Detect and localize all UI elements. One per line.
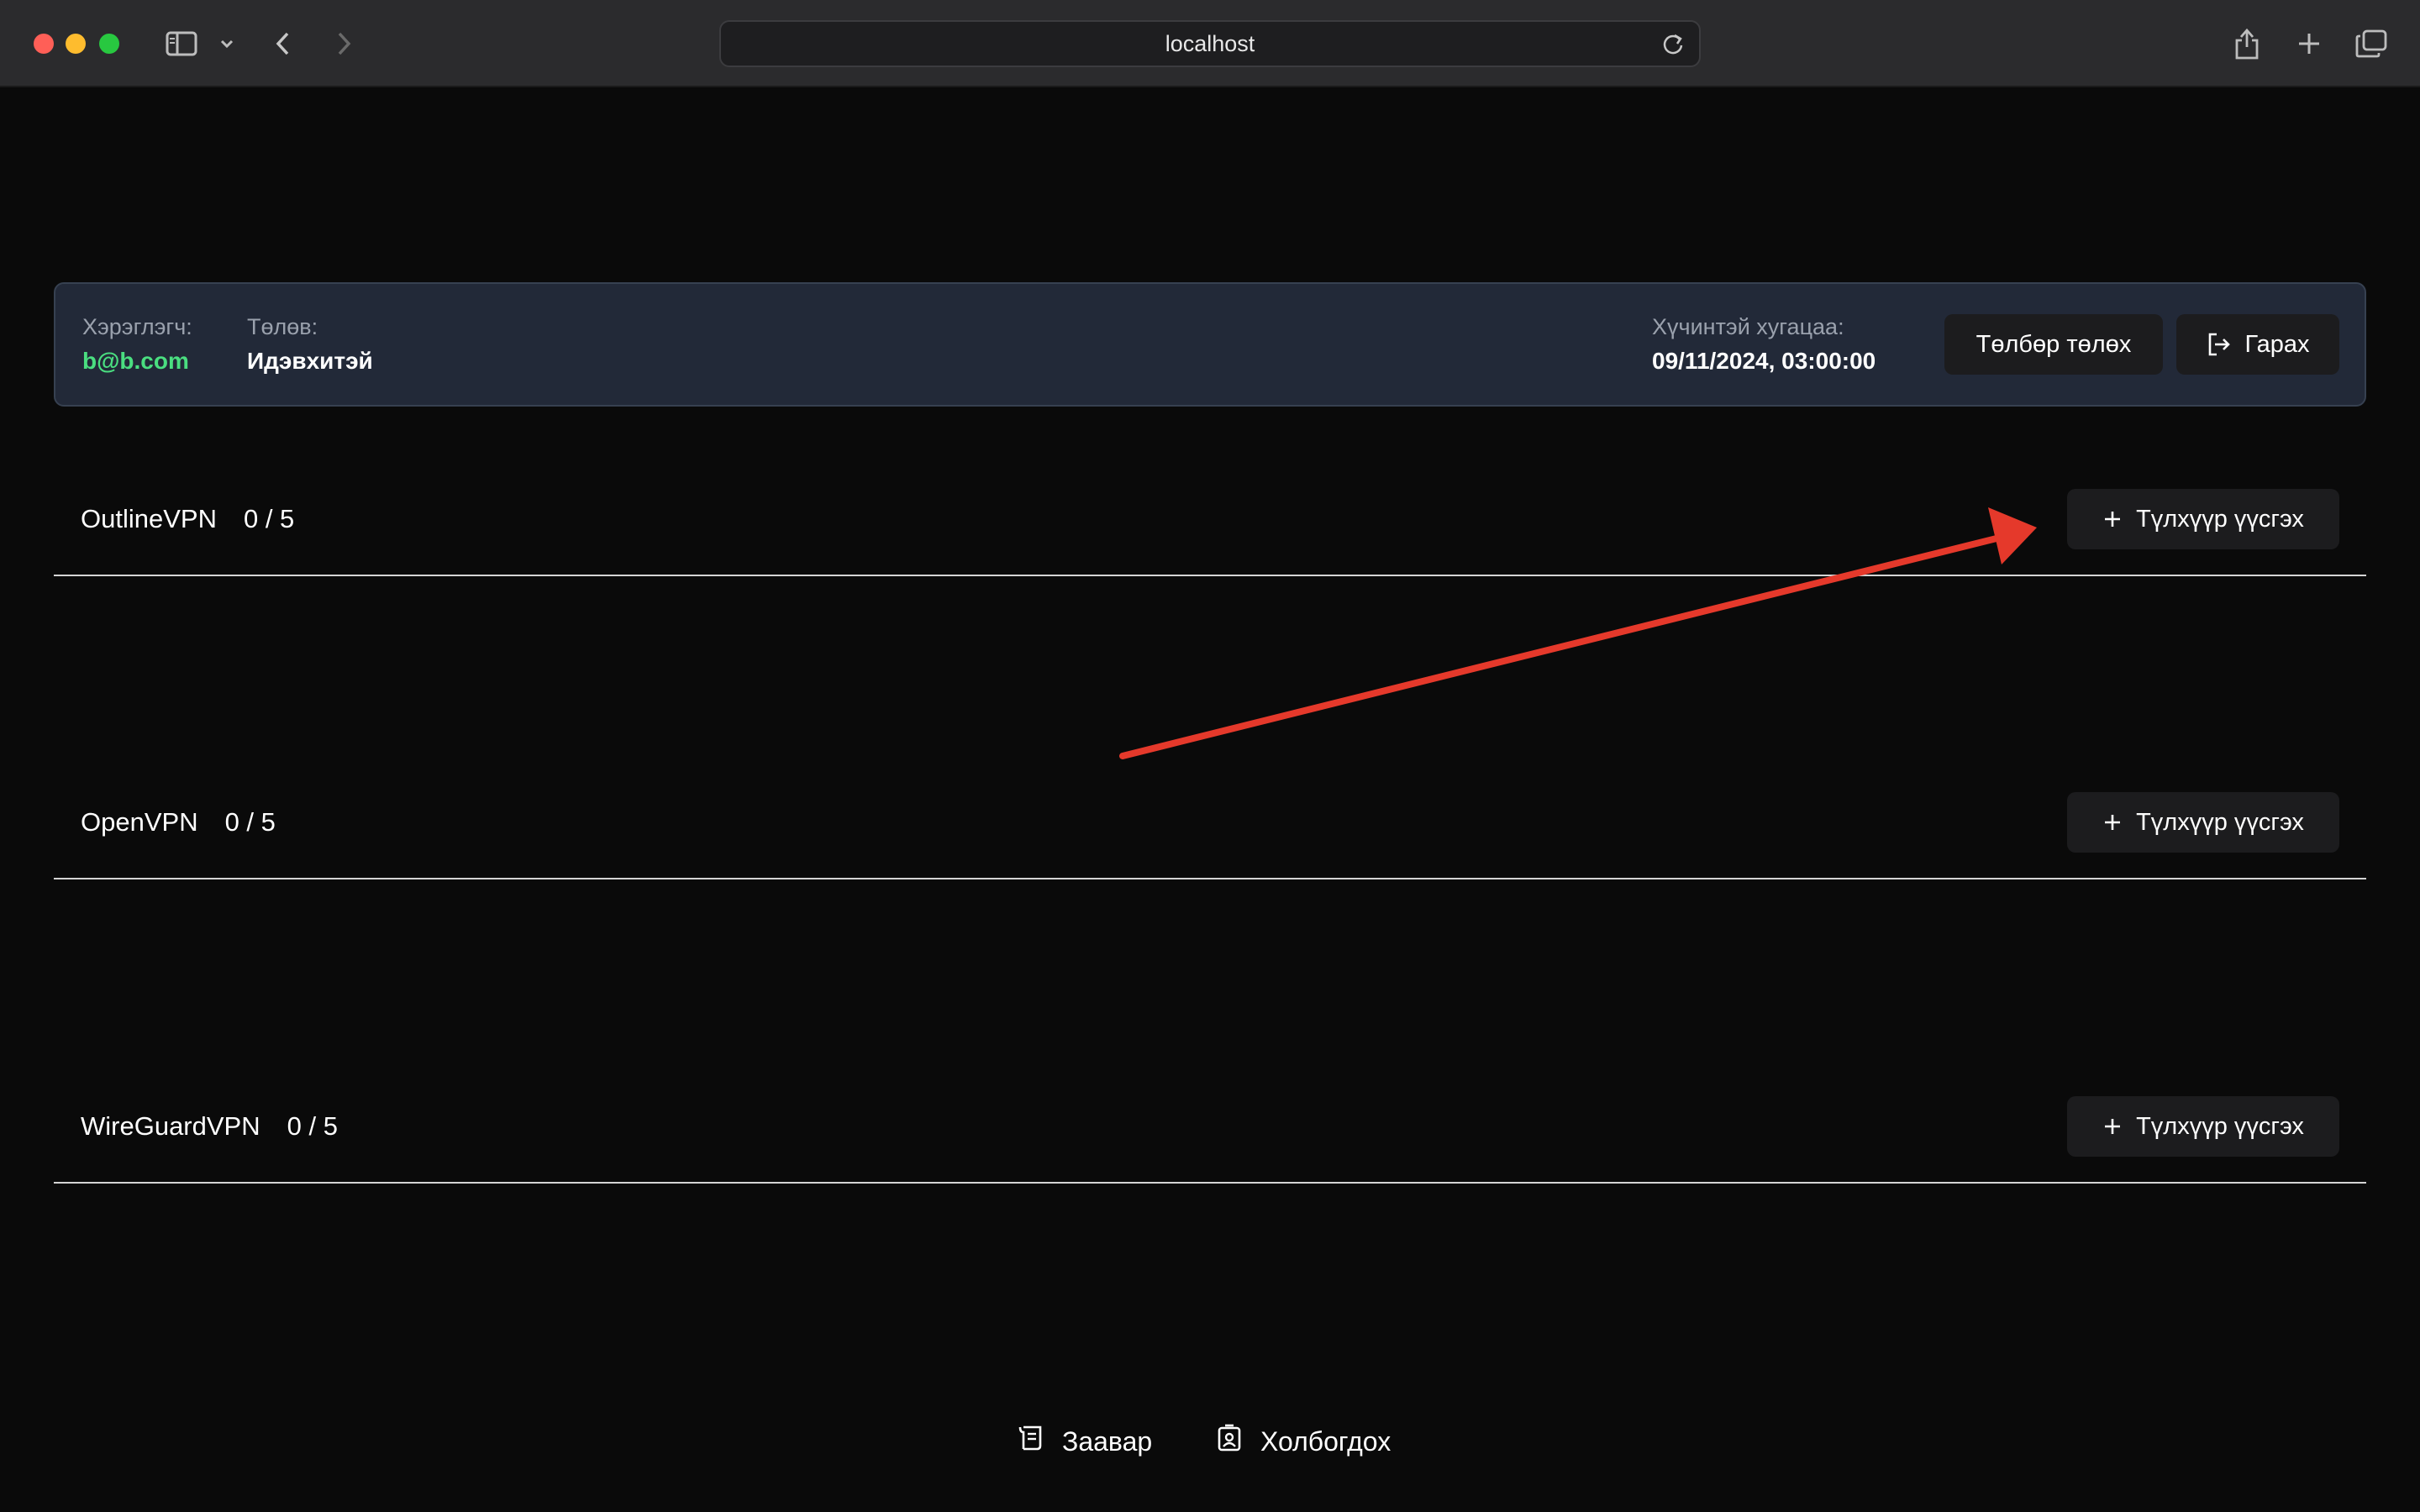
url-text: localhost bbox=[1165, 30, 1255, 56]
logout-icon bbox=[2207, 332, 2232, 357]
minimize-window-button[interactable] bbox=[66, 34, 86, 54]
create-key-button-outline[interactable]: Түлхүүр үүсгэх bbox=[2067, 489, 2339, 549]
logout-button-label: Гарах bbox=[2244, 330, 2310, 358]
vpn-row-outline: OutlineVPN 0 / 5 Түлхүүр үүсгэх bbox=[54, 475, 2366, 576]
scroll-document-icon bbox=[1017, 1424, 1045, 1459]
plus-icon bbox=[2102, 1116, 2123, 1137]
vpn-name: OpenVPN bbox=[81, 807, 198, 837]
create-key-label: Түлхүүр үүсгэх bbox=[2136, 808, 2304, 836]
plus-icon[interactable] bbox=[2294, 24, 2324, 64]
reload-icon[interactable] bbox=[1660, 32, 1686, 61]
create-key-button-wireguard[interactable]: Түлхүүр үүсгэх bbox=[2067, 1096, 2339, 1157]
vpn-key-count: 0 / 5 bbox=[287, 1111, 338, 1141]
expiry-value: 09/11/2024, 03:00:00 bbox=[1652, 348, 1876, 374]
logout-button[interactable]: Гарах bbox=[2176, 314, 2339, 375]
create-key-button-openvpn[interactable]: Түлхүүр үүсгэх bbox=[2067, 792, 2339, 853]
account-info-card: Хэрэглэгч: b@b.com Төлөв: Идэвхитэй Хүчи… bbox=[54, 282, 2366, 407]
vpn-row-wireguard: WireGuardVPN 0 / 5 Түлхүүр үүсгэх bbox=[54, 1083, 2366, 1184]
create-key-label: Түлхүүр үүсгэх bbox=[2136, 1112, 2304, 1140]
vpn-name: OutlineVPN bbox=[81, 504, 217, 533]
vpn-key-count: 0 / 5 bbox=[224, 807, 276, 837]
address-bar[interactable]: localhost bbox=[719, 20, 1701, 67]
share-icon[interactable] bbox=[2232, 24, 2262, 64]
guide-link[interactable]: Заавар bbox=[1017, 1420, 1152, 1463]
expiry-label: Хүчинтэй хугацаа: bbox=[1652, 314, 1844, 339]
user-email: b@b.com bbox=[82, 348, 189, 374]
contact-link[interactable]: Холбогдох bbox=[1215, 1420, 1391, 1463]
contact-card-icon bbox=[1215, 1424, 1244, 1459]
vpn-key-count: 0 / 5 bbox=[243, 504, 295, 533]
chevron-left-icon[interactable] bbox=[271, 24, 296, 64]
browser-toolbar: localhost bbox=[0, 0, 2420, 87]
close-window-button[interactable] bbox=[34, 34, 54, 54]
annotation-arrow bbox=[1119, 507, 2037, 759]
tabs-overview-icon[interactable] bbox=[2354, 24, 2388, 64]
pay-button[interactable]: Төлбөр төлөх bbox=[1944, 314, 2163, 375]
pay-button-label: Төлбөр төлөх bbox=[1975, 330, 2132, 358]
plus-icon bbox=[2102, 509, 2123, 529]
contact-link-label: Холбогдох bbox=[1260, 1425, 1392, 1457]
zoom-window-button[interactable] bbox=[99, 34, 119, 54]
user-label: Хэрэглэгч: bbox=[82, 314, 192, 339]
guide-link-label: Заавар bbox=[1062, 1425, 1153, 1457]
sidebar-icon[interactable] bbox=[163, 24, 200, 64]
chevron-right-icon[interactable] bbox=[331, 24, 356, 64]
plus-icon bbox=[2102, 812, 2123, 832]
status-value: Идэвхитэй bbox=[247, 348, 373, 374]
status-label: Төлөв: bbox=[247, 314, 318, 339]
create-key-label: Түлхүүр үүсгэх bbox=[2136, 505, 2304, 533]
vpn-name: WireGuardVPN bbox=[81, 1111, 260, 1141]
vpn-row-openvpn: OpenVPN 0 / 5 Түлхүүр үүсгэх bbox=[54, 779, 2366, 879]
chevron-down-icon[interactable] bbox=[217, 24, 237, 64]
